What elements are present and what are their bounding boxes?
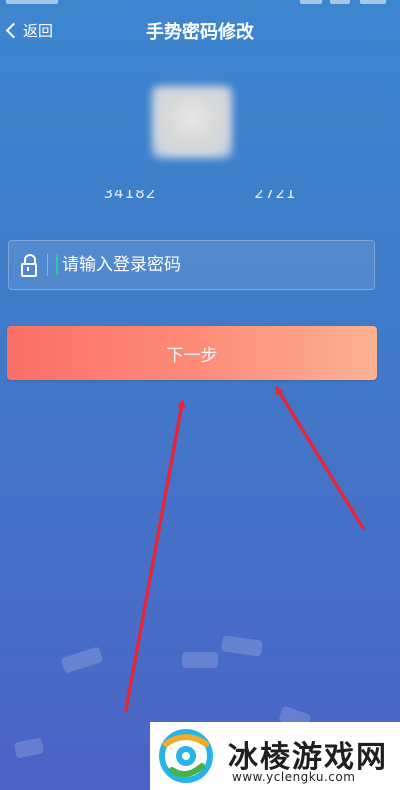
- avatar: [152, 86, 232, 158]
- watermark: 冰棱游戏网 www.yclengku.com: [150, 722, 400, 790]
- decorative-tile: [221, 635, 263, 657]
- password-field[interactable]: [8, 240, 375, 290]
- field-divider: [47, 254, 48, 276]
- watermark-logo-icon: [159, 729, 213, 783]
- signal-icon: [300, 0, 322, 4]
- annotation-arrow-right: [275, 385, 365, 530]
- account-id: 34182 2721: [0, 190, 400, 210]
- status-bar: [0, 0, 400, 8]
- account-id-text: 34182 2721: [103, 190, 297, 202]
- decorative-tile: [60, 646, 104, 674]
- text-caret: [56, 255, 58, 275]
- page-title: 手势密码修改: [146, 22, 254, 43]
- wifi-icon: [330, 0, 350, 4]
- header: 返回 手势密码修改: [0, 8, 400, 52]
- decorative-tile: [13, 737, 45, 759]
- password-input[interactable]: [60, 254, 344, 276]
- next-step-button[interactable]: 下一步: [7, 326, 377, 380]
- decorative-tile: [182, 652, 218, 668]
- battery-icon: [360, 0, 386, 4]
- annotation-arrow-left: [124, 399, 187, 712]
- lock-icon: [21, 254, 37, 277]
- watermark-url: www.yclengku.com: [232, 770, 356, 784]
- status-time-fragment: [6, 0, 58, 4]
